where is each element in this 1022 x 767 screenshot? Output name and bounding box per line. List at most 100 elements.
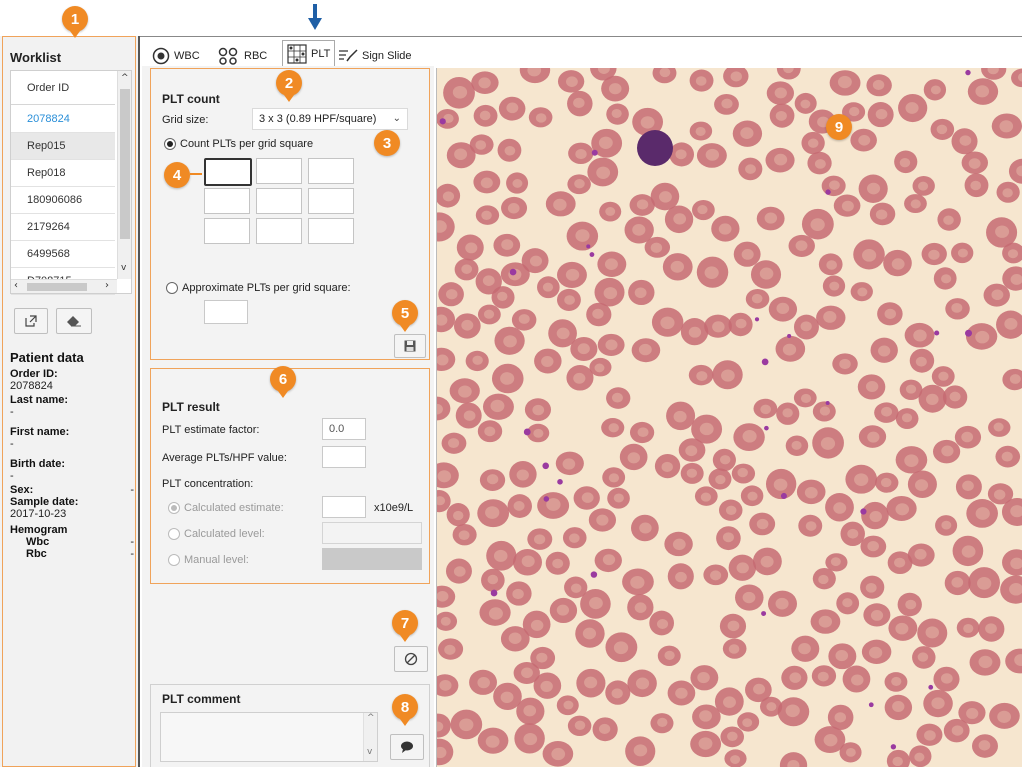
rbc-pallor bbox=[507, 203, 520, 214]
rbc-pallor bbox=[589, 596, 603, 610]
grid-square-input[interactable] bbox=[256, 188, 302, 214]
grid-square-input[interactable] bbox=[204, 188, 250, 214]
grid-square-input[interactable] bbox=[256, 218, 302, 244]
rbc-pallor bbox=[961, 431, 974, 443]
grid-size-select[interactable]: 3 x 3 (0.89 HPF/square) ⌄ bbox=[252, 108, 408, 130]
rbc-pallor bbox=[993, 422, 1004, 432]
cancel-button[interactable] bbox=[394, 646, 428, 672]
rbc-pallor bbox=[602, 554, 616, 566]
rbc-pallor bbox=[594, 363, 605, 373]
calc-level-radio[interactable]: Calculated level: bbox=[168, 528, 265, 541]
rbc-pallor bbox=[914, 548, 927, 560]
rbc-pallor bbox=[695, 126, 706, 136]
calc-estimate-radio[interactable]: Calculated estimate: bbox=[168, 502, 284, 515]
rbc-pallor bbox=[552, 558, 564, 569]
worklist-row[interactable]: 6499568 bbox=[11, 241, 115, 268]
tab-sign-slide[interactable]: Sign Slide bbox=[338, 46, 412, 66]
rbc-pallor bbox=[721, 98, 733, 109]
rbc-pallor bbox=[845, 747, 856, 757]
rbc-pallor bbox=[774, 87, 787, 99]
rbc-pallor bbox=[461, 319, 474, 331]
textarea-scrollbar[interactable]: ^ v bbox=[363, 713, 377, 761]
rbc-pallor bbox=[875, 108, 888, 120]
rbc-pallor bbox=[448, 438, 460, 449]
save-button[interactable] bbox=[394, 334, 426, 358]
rbc-pallor bbox=[463, 410, 476, 421]
count-plts-radio[interactable]: Count PLTs per grid square bbox=[164, 138, 313, 151]
chevron-down-icon: ⌄ bbox=[392, 113, 401, 124]
grid-square-input[interactable] bbox=[204, 218, 250, 244]
rbc-pallor bbox=[485, 506, 500, 519]
grid-square-input[interactable] bbox=[256, 158, 302, 184]
comment-button[interactable] bbox=[390, 734, 424, 760]
estimate-factor-field: 0.0 bbox=[322, 418, 366, 440]
rbc-pallor bbox=[670, 260, 685, 273]
comment-textarea[interactable]: ^ v bbox=[160, 712, 378, 762]
rbc-pallor bbox=[722, 532, 734, 543]
rbc-pallor bbox=[735, 318, 747, 329]
rbc-pallor bbox=[480, 177, 493, 189]
worklist-rows: 2078824 Rep015 Rep018 180906086 2179264 … bbox=[11, 106, 115, 295]
open-external-button[interactable] bbox=[14, 308, 48, 334]
rbc-pallor bbox=[867, 431, 880, 443]
approx-plts-input[interactable] bbox=[204, 300, 248, 324]
platelet bbox=[965, 329, 973, 337]
grid-square-input[interactable] bbox=[308, 218, 354, 244]
worklist-row[interactable]: 2179264 bbox=[11, 214, 115, 241]
grid-square-input[interactable] bbox=[308, 158, 354, 184]
rbc-pallor bbox=[513, 501, 525, 511]
radio-disabled-icon bbox=[168, 554, 180, 567]
hscrollbar-thumb[interactable] bbox=[27, 283, 87, 291]
rbc-pallor bbox=[637, 427, 649, 438]
tab-wbc[interactable]: WBC bbox=[152, 46, 200, 66]
rbc-pallor bbox=[904, 454, 919, 467]
approx-plts-radio[interactable]: Approximate PLTs per grid square: bbox=[166, 282, 351, 295]
worklist-row[interactable]: Rep015 bbox=[11, 133, 115, 160]
rbc-pallor bbox=[582, 627, 597, 640]
scroll-right-icon[interactable]: › bbox=[105, 280, 109, 291]
speech-bubble-icon bbox=[401, 741, 413, 753]
rbc-pallor bbox=[664, 650, 675, 660]
scrollbar-thumb[interactable] bbox=[120, 89, 130, 239]
rbc-pallor bbox=[741, 249, 754, 260]
rbc-pallor bbox=[688, 326, 702, 338]
rbc-pallor bbox=[661, 461, 673, 473]
rbc-pallor bbox=[865, 582, 877, 593]
rbc-pallor bbox=[634, 602, 647, 613]
scroll-up-icon[interactable]: ^ bbox=[367, 713, 375, 723]
rbc-pallor bbox=[725, 505, 737, 516]
plt-count-title: PLT count bbox=[162, 92, 220, 106]
rbc-pallor bbox=[542, 282, 554, 292]
rbc-pallor bbox=[730, 755, 741, 764]
tab-rbc[interactable]: RBC bbox=[218, 46, 267, 66]
worklist-row[interactable]: 180906086 bbox=[11, 187, 115, 214]
scroll-left-icon[interactable]: ‹ bbox=[14, 280, 18, 291]
rbc-pallor bbox=[483, 309, 495, 319]
rbc-pallor bbox=[453, 510, 464, 521]
rbc-pallor bbox=[575, 149, 587, 160]
rbc-pallor bbox=[1007, 249, 1019, 259]
scroll-up-icon[interactable]: ^ bbox=[121, 73, 129, 83]
eraser-button[interactable] bbox=[56, 308, 92, 334]
grid-square-input[interactable] bbox=[204, 158, 252, 186]
worklist-header[interactable]: Order ID bbox=[11, 71, 115, 105]
manual-level-radio[interactable]: Manual level: bbox=[168, 554, 249, 567]
avg-plts-label: Average PLTs/HPF value: bbox=[162, 452, 287, 464]
rbc-pallor bbox=[453, 566, 466, 577]
rbc-pallor bbox=[478, 77, 491, 89]
slide-viewer[interactable] bbox=[436, 68, 1022, 767]
platelet bbox=[780, 492, 787, 499]
scroll-down-icon[interactable]: v bbox=[367, 747, 372, 757]
tab-plt[interactable]: PLT bbox=[282, 40, 336, 67]
rbc-pallor bbox=[837, 75, 852, 89]
worklist-row[interactable]: Rep018 bbox=[11, 160, 115, 187]
horizontal-scrollbar[interactable]: ‹ › bbox=[11, 279, 117, 293]
rbc-pallor bbox=[766, 702, 777, 712]
worklist-row[interactable]: 2078824 bbox=[11, 106, 115, 133]
rbc-pallor bbox=[826, 260, 837, 270]
scroll-down-icon[interactable]: v bbox=[121, 263, 126, 273]
platelet bbox=[761, 611, 767, 617]
grid-square-input[interactable] bbox=[308, 188, 354, 214]
vertical-scrollbar[interactable]: ^ v bbox=[117, 71, 131, 279]
platelet bbox=[761, 358, 769, 366]
